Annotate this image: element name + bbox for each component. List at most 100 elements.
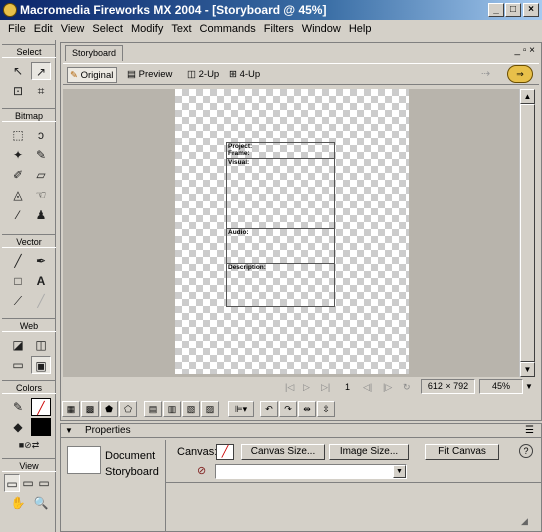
document-window-controls[interactable]: _ ▫ × [514, 45, 535, 56]
group-icon[interactable]: ▦ [62, 401, 80, 417]
menu-bar: File Edit View Select Modify Text Commands Filt… [0, 20, 542, 38]
quick-export-button[interactable]: ⇒ [507, 65, 533, 83]
subselect-tool-icon[interactable]: ↗ [31, 62, 51, 80]
eraser-tool-icon[interactable]: ▱ [31, 166, 51, 184]
crop-tool-icon[interactable]: ⌗ [31, 82, 51, 100]
tab-4up[interactable]: ⊞ 4-Up [227, 67, 260, 83]
vertical-scrollbar[interactable]: ▲ ▼ [519, 89, 535, 377]
menu-modify[interactable]: Modify [127, 20, 167, 38]
hide-slices-icon[interactable]: ▭ [8, 356, 28, 374]
scale-tool-icon[interactable]: ⊡ [8, 82, 28, 100]
menu-text[interactable]: Text [167, 20, 195, 38]
show-slices-icon[interactable]: ▣ [31, 356, 51, 374]
tab-original[interactable]: ✎ Original [67, 67, 117, 83]
canvas-area[interactable]: Project: Frame: Visual: Audio: Descripti… [63, 89, 519, 377]
tab-preview[interactable]: ▤ Preview [125, 67, 172, 83]
pencil-tool-icon[interactable]: ✐ [8, 166, 28, 184]
eyedropper-tool-icon[interactable]: ⁄ [8, 206, 28, 224]
menu-file[interactable]: File [0, 20, 30, 38]
full-screen-icon[interactable]: ▭ [36, 474, 52, 492]
next-frame-icon[interactable]: |▷ [383, 378, 392, 396]
hotspot-tool-icon[interactable]: ◪ [8, 336, 28, 354]
ungroup-icon[interactable]: ▩ [81, 401, 99, 417]
maximize-button[interactable]: □ [505, 3, 521, 17]
stroke-swatch[interactable]: ╱ [31, 398, 51, 416]
menu-view[interactable]: View [57, 20, 89, 38]
magic-wand-icon[interactable]: ✦ [8, 146, 28, 164]
stroke-color-icon[interactable]: ✎ [8, 398, 28, 416]
rectangle-tool-icon[interactable]: □ [8, 272, 28, 290]
document-canvas[interactable]: Project: Frame: Visual: Audio: Descripti… [175, 89, 409, 374]
freeform-tool-icon[interactable]: ⟋ [8, 292, 28, 310]
window-title: Macromedia Fireworks MX 2004 - [Storyboa… [20, 3, 327, 17]
canvas-color-swatch[interactable]: ╱ [216, 444, 234, 460]
menu-help[interactable]: Help [345, 20, 376, 38]
split-icon[interactable]: ⬠ [119, 401, 137, 417]
view-tabs-bar: ✎ Original ▤ Preview ◫ 2-Up ⊞ 4-Up ⇢ ⇒ [63, 63, 539, 85]
bring-forward-icon[interactable]: ▥ [163, 401, 181, 417]
zoom-dropdown-icon[interactable]: ▼ [525, 378, 533, 396]
brush-tool-icon[interactable]: ✎ [31, 146, 51, 164]
image-select[interactable]: ▼ [215, 464, 407, 479]
2up-icon: ◫ [187, 69, 196, 80]
zoom-tool-icon[interactable]: 🔍 [31, 494, 51, 512]
scroll-down-button[interactable]: ▼ [520, 362, 535, 377]
send-backward-icon[interactable]: ▧ [182, 401, 200, 417]
fill-swatch[interactable] [31, 418, 51, 436]
fill-color-icon[interactable]: ◆ [8, 418, 28, 436]
bring-to-front-icon[interactable]: ▤ [144, 401, 162, 417]
help-icon[interactable]: ? [519, 444, 533, 458]
properties-panel: ▼ Properties ☰ Document Storyboard Canva… [60, 423, 542, 532]
pointer-tool-icon[interactable]: ↖ [8, 62, 28, 80]
collapse-arrow-icon[interactable]: ▼ [65, 424, 73, 438]
flip-horizontal-icon[interactable]: ⇹ [298, 401, 316, 417]
rotate-cw-icon[interactable]: ↷ [279, 401, 297, 417]
loop-icon[interactable]: ↻ [403, 378, 411, 396]
line-tool-icon[interactable]: ╱ [8, 252, 28, 270]
last-frame-icon[interactable]: ▷| [321, 378, 330, 396]
resize-grip-icon[interactable]: ◢ [521, 516, 528, 527]
scroll-up-button[interactable]: ▲ [520, 89, 535, 104]
menu-select[interactable]: Select [88, 20, 127, 38]
close-button[interactable]: × [523, 3, 539, 17]
first-frame-icon[interactable]: |◁ [285, 378, 294, 396]
menu-commands[interactable]: Commands [196, 20, 260, 38]
blur-tool-icon[interactable]: ◬ [8, 186, 28, 204]
panel-options-icon[interactable]: ☰ [525, 424, 534, 438]
swap-colors-icons[interactable]: ■⊘⇄ [6, 436, 52, 454]
marquee-tool-icon[interactable]: ⬚ [8, 126, 28, 144]
minimize-button[interactable]: _ [488, 3, 504, 17]
pen-tool-icon[interactable]: ✒ [31, 252, 51, 270]
smudge-tool-icon[interactable]: ☜ [31, 186, 51, 204]
menu-filters[interactable]: Filters [260, 20, 298, 38]
standard-screen-icon[interactable]: ▭ [4, 474, 20, 492]
document-tab[interactable]: Storyboard [65, 45, 123, 61]
play-icon[interactable]: ▷ [303, 378, 310, 396]
properties-header[interactable]: ▼ Properties ☰ [61, 424, 541, 438]
join-icon[interactable]: ⬟ [100, 401, 118, 417]
dropdown-arrow-icon[interactable]: ▼ [393, 465, 406, 478]
storyboard-frame[interactable]: Project: Frame: Visual: Audio: Descripti… [226, 142, 335, 307]
zoom-level[interactable]: 45% [479, 379, 523, 394]
scroll-thumb[interactable] [520, 104, 535, 362]
hand-tool-icon[interactable]: ✋ [8, 494, 28, 512]
image-size-button[interactable]: Image Size... [329, 444, 409, 460]
text-tool-icon[interactable]: A [31, 272, 51, 290]
rubber-stamp-icon[interactable]: ♟ [31, 206, 51, 224]
full-screen-menu-icon[interactable]: ▭ [20, 474, 36, 492]
tab-2up[interactable]: ◫ 2-Up [185, 67, 219, 83]
slice-tool-icon[interactable]: ◫ [31, 336, 51, 354]
flip-vertical-icon[interactable]: ⇳ [317, 401, 335, 417]
prev-frame-icon[interactable]: ◁| [363, 378, 372, 396]
menu-edit[interactable]: Edit [30, 20, 57, 38]
rotate-ccw-icon[interactable]: ↶ [260, 401, 278, 417]
send-to-back-icon[interactable]: ▨ [201, 401, 219, 417]
lasso-tool-icon[interactable]: ↄ [31, 126, 51, 144]
align-dropdown-icon[interactable]: ⊫▾ [228, 401, 254, 417]
menu-window[interactable]: Window [298, 20, 345, 38]
fit-canvas-button[interactable]: Fit Canvas [425, 444, 499, 460]
quick-export-icon[interactable]: ⇢ [481, 67, 490, 80]
canvas-size-readout: 612 × 792 [421, 379, 475, 394]
knife-tool-icon[interactable]: ╱ [31, 292, 51, 310]
canvas-size-button[interactable]: Canvas Size... [241, 444, 325, 460]
